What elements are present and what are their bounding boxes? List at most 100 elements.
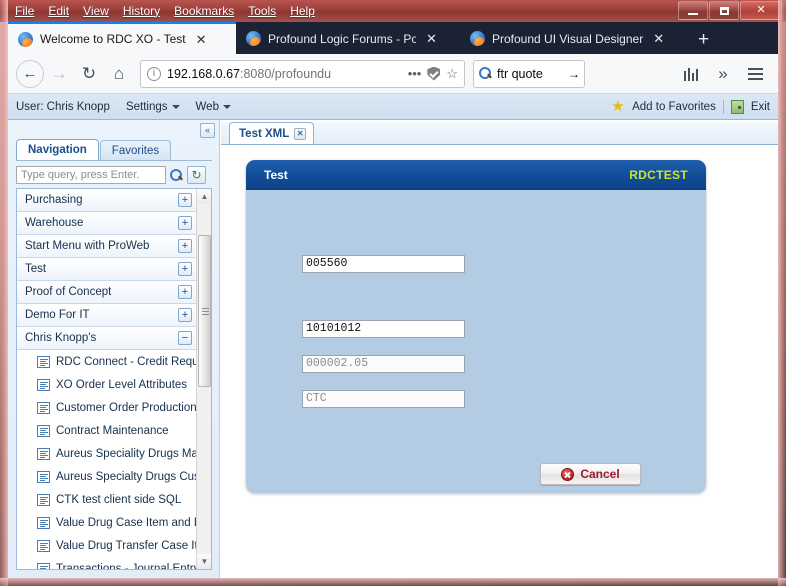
tree-group-warehouse[interactable]: Warehouse + [17,212,197,235]
tree-item[interactable]: Value Drug Transfer Case Item [17,534,197,557]
tree-item[interactable]: Aureus Specialty Drugs Custo [17,465,197,488]
tree-item[interactable]: Transactions - Journal Entry [17,557,197,569]
tree-group-demo-for-it[interactable]: Demo For IT + [17,304,197,327]
expand-icon[interactable]: + [178,262,192,276]
bookmark-star-icon[interactable]: ☆ [446,66,458,82]
collapse-icon[interactable]: − [178,331,192,345]
minimize-button[interactable] [678,1,708,20]
tab-test-xml[interactable]: Test XML ✕ [229,122,315,144]
browser-tab-3-close-icon[interactable]: ✕ [650,32,667,45]
new-tab-button[interactable]: + [688,30,719,49]
browser-tab-3[interactable]: Profound UI Visual Designer ✕ [460,23,688,54]
chevron-down-icon [171,104,180,109]
browser-tab-1-close-icon[interactable]: ✕ [193,33,210,46]
site-info-icon[interactable]: i [147,66,161,81]
expand-icon[interactable]: + [178,285,192,299]
library-icon[interactable] [676,59,706,89]
field-1-input[interactable]: 005560 [302,255,465,273]
cancel-button-label: Cancel [580,467,620,481]
browser-tab-2[interactable]: Profound Logic Forums - Post ✕ [236,23,460,54]
hamburger-glyph [747,67,763,80]
collapse-pane-button[interactable]: « [200,123,215,138]
document-icon [37,401,50,414]
web-menu-label: Web [195,100,219,113]
tree-item-label: Customer Order Production Inq [56,401,197,414]
browser-tab-2-close-icon[interactable]: ✕ [423,32,440,45]
shield-icon[interactable] [427,66,441,81]
content-area: Test XML ✕ Test RDCTEST 005560 10101012 … [221,120,778,578]
window-edge-right [778,0,786,586]
nav-tree-scrollbar[interactable]: ▲ ▼ [196,189,211,569]
home-button[interactable]: ⌂ [104,59,134,89]
exit-door-icon [730,99,744,114]
tree-item[interactable]: Contract Maintenance [17,419,197,442]
tab-test-xml-close-icon[interactable]: ✕ [294,127,307,140]
tree-item[interactable]: CTK test client side SQL [17,488,197,511]
menu-view[interactable]: View [76,3,116,20]
menu-tools[interactable]: Tools [241,3,283,20]
close-window-button[interactable]: ✕ [740,1,782,20]
tree-group-proof-of-concept[interactable]: Proof of Concept + [17,281,197,304]
exit-button[interactable]: Exit [751,101,770,113]
browser-tab-3-title: Profound UI Visual Designer [492,31,644,46]
nav-search-input[interactable]: Type query, press Enter. [16,166,166,184]
browser-toolbar-right: » [676,59,770,89]
document-icon [37,424,50,437]
expand-icon[interactable]: + [178,308,192,322]
search-go-icon[interactable]: → [568,67,580,81]
expand-icon[interactable]: + [178,239,192,253]
tree-group-start-menu-with-proweb[interactable]: Start Menu with ProWeb + [17,235,197,258]
overflow-menu-icon[interactable]: » [708,59,738,89]
hamburger-icon[interactable] [740,59,770,89]
search-bar[interactable]: ftr quote → [473,59,585,88]
browser-window: File Edit View History Bookmarks Tools H… [0,0,786,586]
tree-group-chris-knopps[interactable]: Chris Knopp's − [17,327,197,350]
tab-favorites[interactable]: Favorites [99,140,172,161]
expand-icon[interactable]: + [178,216,192,230]
tree-item-label: CTK test client side SQL [56,493,182,506]
back-button[interactable]: ← [16,59,44,88]
reload-button[interactable]: ↻ [74,59,104,89]
settings-menu[interactable]: Settings [126,101,180,113]
scroll-up-button[interactable]: ▲ [197,189,211,204]
tab-navigation[interactable]: Navigation [16,139,99,161]
menu-bookmarks[interactable]: Bookmarks [167,3,241,20]
page-actions-icon[interactable]: ••• [408,66,422,81]
tree-item[interactable]: RDC Connect - Credit Request [17,350,197,373]
browser-tab-1-title: Welcome to RDC XO - Test [40,32,186,46]
tree-item[interactable]: XO Order Level Attributes [17,373,197,396]
field-3-input[interactable]: 000002.05 [302,355,465,373]
web-menu[interactable]: Web [196,101,231,113]
tree-item[interactable]: Aureus Speciality Drugs Mainte [17,442,197,465]
scrollbar-thumb[interactable] [198,235,211,387]
tree-group-test[interactable]: Test + [17,258,197,281]
scroll-down-button[interactable]: ▼ [197,554,211,569]
tree-item[interactable]: Customer Order Production Inq [17,396,197,419]
forward-button[interactable]: → [44,59,74,89]
search-icon[interactable] [169,168,184,183]
url-bar[interactable]: i 192.168.0.67:8080/profoundu ••• ☆ [140,59,465,88]
tree-group-label: Test [25,263,47,275]
tree-group-purchasing[interactable]: Purchasing + [17,189,197,212]
document-icon [37,355,50,368]
cancel-button[interactable]: Cancel [540,463,641,485]
maximize-button[interactable] [709,1,739,20]
field-4-input[interactable]: CTC [302,390,465,408]
menu-file-label: File [15,3,35,18]
current-user-label: User: Chris Knopp [16,100,110,113]
browser-tab-1[interactable]: Welcome to RDC XO - Test ✕ [8,22,236,54]
refresh-button[interactable]: ↻ [187,166,206,184]
tree-group-label: Start Menu with ProWeb [25,240,150,252]
tab-navigation-label: Navigation [28,144,87,156]
menu-edit[interactable]: Edit [41,3,76,20]
expand-icon[interactable]: + [178,193,192,207]
menu-help[interactable]: Help [283,3,322,20]
window-edge-left [0,0,8,586]
field-2-input[interactable]: 10101012 [302,320,465,338]
tree-item[interactable]: Value Drug Case Item and Each [17,511,197,534]
document-icon [37,516,50,529]
search-input[interactable]: ftr quote [497,67,564,81]
add-to-favorites-button[interactable]: Add to Favorites [632,101,716,113]
menu-history[interactable]: History [116,3,167,20]
menu-file[interactable]: File [8,3,41,20]
